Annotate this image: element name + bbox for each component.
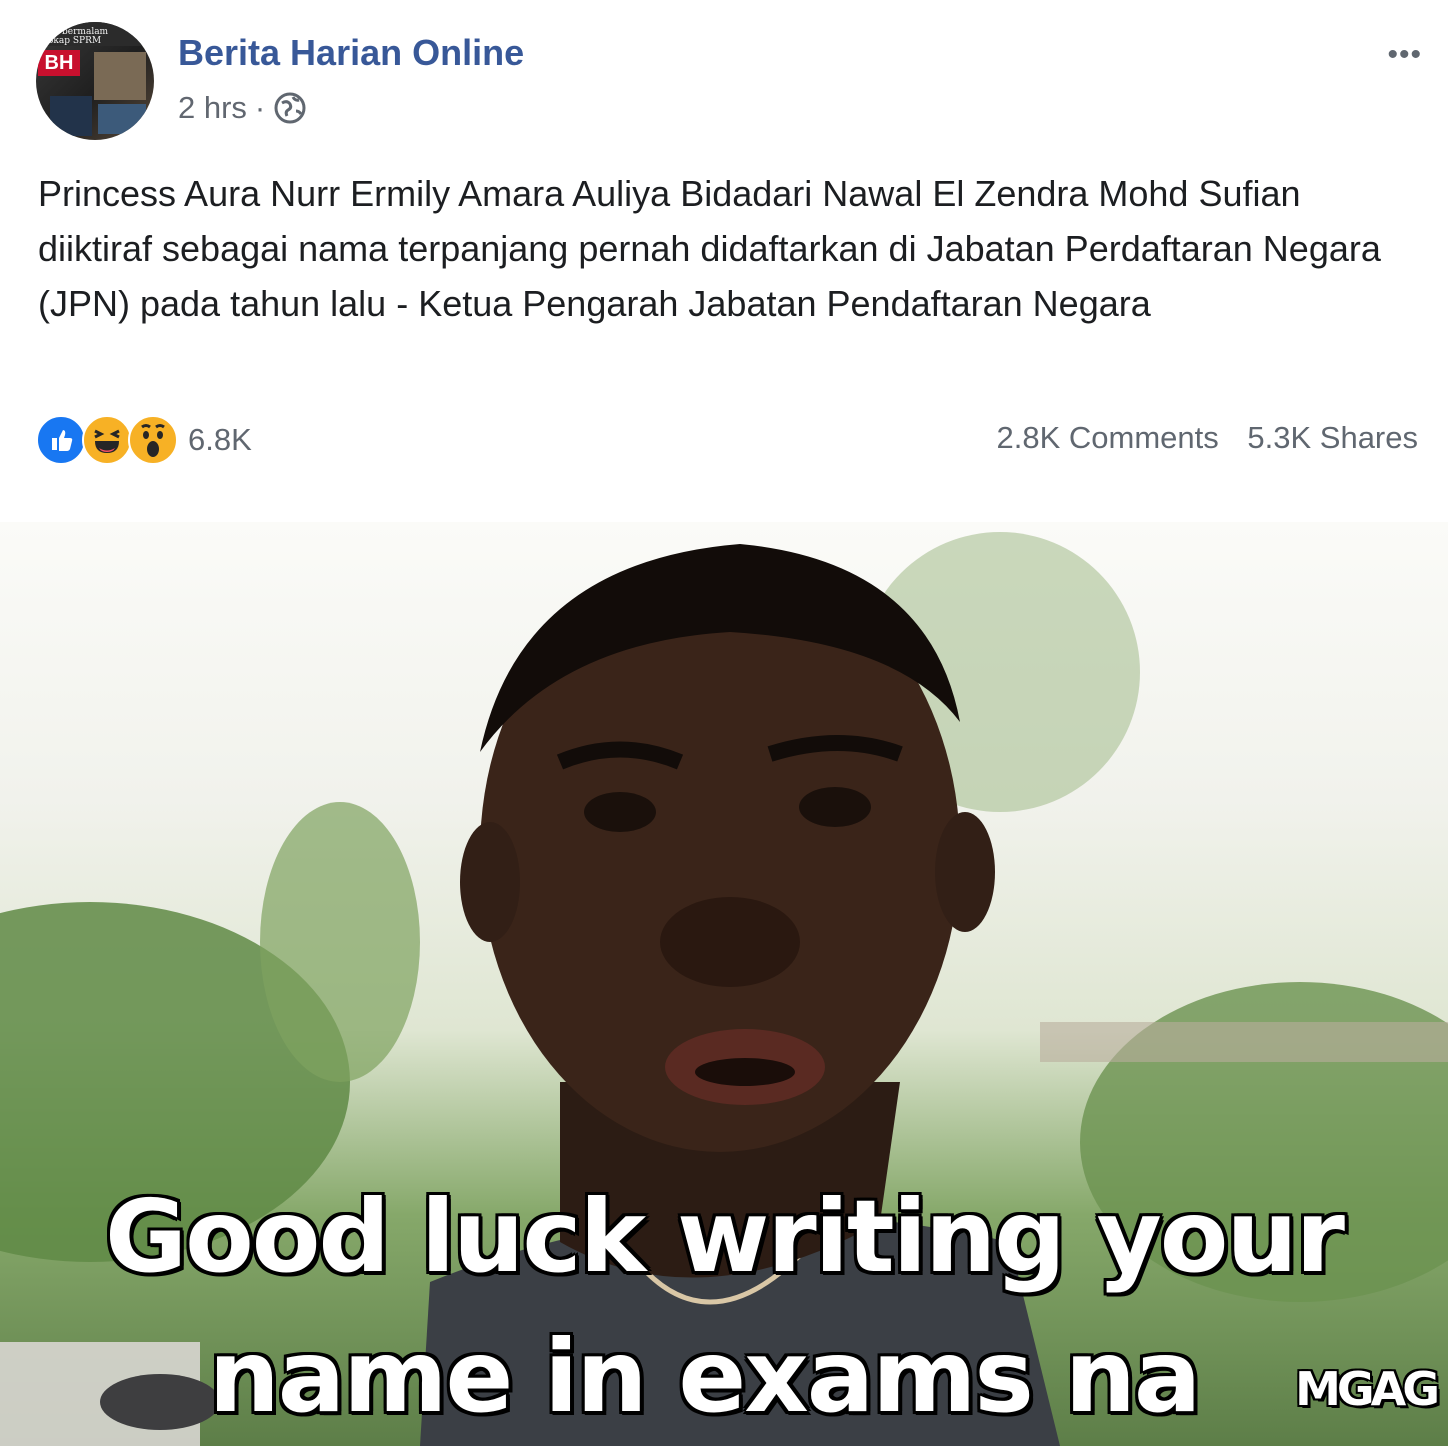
reactions-summary[interactable]: 6.8K (36, 414, 252, 466)
meme-photo-illustration (0, 532, 1448, 1446)
reaction-count[interactable]: 6.8K (188, 422, 252, 458)
shares-count-link[interactable]: 5.3K Shares (1247, 420, 1418, 455)
meta-separator: · (254, 90, 266, 125)
comments-count-link[interactable]: 2.8K Comments (997, 420, 1219, 455)
more-options-icon[interactable]: ••• (1387, 38, 1422, 72)
post-image[interactable]: Good luck writing your name in exams na … (0, 522, 1448, 1446)
page-name-link[interactable]: Berita Harian Online (178, 32, 524, 74)
globe-icon[interactable] (273, 91, 307, 125)
post-timestamp[interactable]: 2 hrs (178, 90, 247, 126)
post-meta: 2 hrs · (178, 90, 307, 126)
avatar-photo-thumbnail (50, 96, 92, 136)
avatar-photo-thumbnail (98, 104, 146, 134)
bh-logo: BH (38, 50, 80, 76)
meme-caption-line1: Good luck writing your (105, 1178, 1345, 1295)
post-header: an bermalam okap SPRM BH Berita Harian O… (0, 0, 1448, 150)
post-text: Princess Aura Nurr Ermily Amara Auliya B… (38, 173, 1381, 324)
avatar-caption: an bermalam okap SPRM (48, 28, 108, 46)
like-icon (36, 415, 86, 465)
meme-caption-line2: name in exams na (208, 1318, 1202, 1435)
mgag-watermark: MGAG (1295, 1362, 1440, 1416)
page-avatar[interactable]: an bermalam okap SPRM BH (36, 22, 154, 140)
haha-icon (82, 415, 132, 465)
avatar-photo-thumbnail (94, 52, 146, 100)
wow-icon (128, 415, 178, 465)
avatar-caption-line2: okap SPRM (48, 36, 102, 46)
engagement-counts: 2.8K Comments 5.3K Shares (997, 420, 1419, 456)
